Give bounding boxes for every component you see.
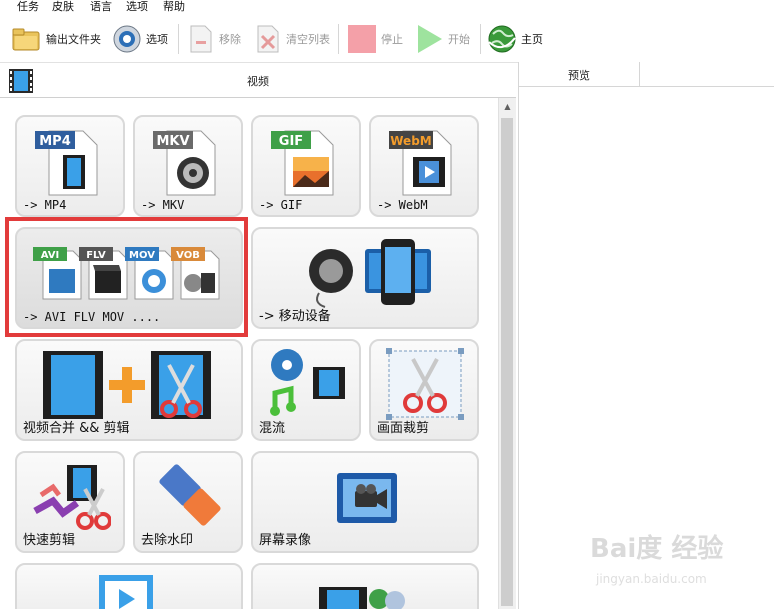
tile-to-avi-flv-mov[interactable]: AVI FLV MOV VOB -> AVI FLV MOV ....: [15, 227, 243, 329]
stop-button[interactable]: 停止: [347, 23, 403, 55]
menu-language[interactable]: 语言: [90, 0, 112, 14]
menu-skin[interactable]: 皮肤: [52, 0, 74, 14]
options-label: 选项: [146, 33, 168, 46]
svg-text:MKV: MKV: [156, 134, 189, 149]
toolbar-separator: [338, 24, 339, 54]
webm-file-icon: WebM: [389, 130, 452, 196]
svg-text:VOB: VOB: [176, 250, 200, 261]
tile-to-gif[interactable]: GIF -> GIF: [251, 115, 361, 217]
column-separator: [639, 62, 640, 86]
multi-format-icon: AVI FLV MOV VOB: [33, 247, 220, 300]
options-button[interactable]: 选项: [112, 23, 168, 55]
tile-label: 混流: [259, 421, 286, 436]
svg-text:GIF: GIF: [279, 134, 303, 149]
output-folder-button[interactable]: 输出文件夹: [12, 23, 101, 55]
globe-icon: [488, 25, 516, 53]
baidu-watermark: Bai度 经验 jingyan.baidu.com: [590, 528, 740, 592]
tile-to-mp4[interactable]: MP4 -> MP4: [15, 115, 125, 217]
home-button[interactable]: 主页: [487, 23, 543, 55]
svg-text:MOV: MOV: [129, 250, 155, 261]
svg-text:WebM: WebM: [390, 134, 431, 148]
tile-label: -> MP4: [23, 198, 67, 212]
remove-file-icon: [190, 25, 212, 53]
svg-text:AVI: AVI: [41, 250, 60, 261]
tile-label: 屏幕录像: [259, 533, 312, 548]
video-tools-grid: MP4 -> MP4 MKV -> MKV GIF -> GIF WebM ->…: [0, 98, 498, 609]
play-icon: [418, 25, 442, 53]
tile-to-mkv[interactable]: MKV -> MKV: [133, 115, 243, 217]
output-folder-label: 输出文件夹: [46, 33, 101, 46]
tile-remove-watermark[interactable]: 去除水印: [133, 451, 243, 553]
menu-options[interactable]: 选项: [126, 0, 148, 14]
merge-video-icon: [43, 351, 211, 419]
preview-title: 预览: [568, 69, 590, 82]
svg-text:MP4: MP4: [39, 134, 71, 149]
scroll-up-arrow-icon[interactable]: ▲: [499, 98, 516, 115]
tile-label: 画面裁剪: [377, 421, 430, 436]
svg-text:FLV: FLV: [86, 250, 106, 261]
tile-quick-cut[interactable]: 快速剪辑: [15, 451, 125, 553]
preview-panel: 预览: [518, 62, 774, 609]
clear-list-icon: [257, 25, 279, 53]
toolbar-separator: [178, 24, 179, 54]
video-icon: [99, 575, 153, 609]
tile-mux[interactable]: 混流: [251, 339, 361, 441]
tile-label: 视频合并 && 剪辑: [23, 421, 130, 436]
toolbar-separator: [480, 24, 481, 54]
tile-screen-record[interactable]: 屏幕录像: [251, 451, 479, 553]
remove-button[interactable]: 移除: [187, 23, 241, 55]
start-button[interactable]: 开始: [414, 23, 470, 55]
menu-help[interactable]: 帮助: [163, 0, 185, 14]
video-panel-header: 视频: [0, 63, 516, 98]
tile-label: -> MKV: [141, 198, 185, 212]
gif-file-icon: GIF: [271, 130, 334, 196]
tile-video-extra-2[interactable]: [251, 563, 479, 609]
panel-title: 视频: [247, 75, 269, 88]
crop-icon: [386, 348, 464, 420]
screen-record-icon: [337, 473, 397, 523]
preview-header: 预览: [519, 62, 774, 87]
menu-task[interactable]: 任务: [17, 0, 39, 14]
stop-icon: [348, 25, 376, 53]
menu-bar: 任务 皮肤 语言 选项 帮助: [0, 0, 774, 16]
home-label: 主页: [521, 33, 543, 46]
tile-label: 去除水印: [141, 533, 194, 548]
toolbar: 输出文件夹 选项 移除 清空列表 停止 开始 主页: [0, 16, 774, 63]
tile-crop[interactable]: 画面裁剪: [369, 339, 479, 441]
tile-video-extra[interactable]: [15, 563, 243, 609]
film-disc-icon: [319, 587, 405, 609]
gear-icon: [113, 25, 141, 53]
watermark-sub: jingyan.baidu.com: [596, 572, 707, 586]
stop-label: 停止: [381, 33, 403, 46]
tile-label: 快速剪辑: [23, 533, 76, 548]
remove-label: 移除: [219, 33, 241, 46]
tile-to-mobile-device[interactable]: -> 移动设备: [251, 227, 479, 329]
eraser-icon: [159, 464, 221, 526]
scroll-thumb[interactable]: [501, 118, 513, 606]
mkv-file-icon: MKV: [153, 130, 216, 196]
start-label: 开始: [448, 33, 470, 46]
clear-list-button[interactable]: 清空列表: [254, 23, 330, 55]
tile-video-merge-and-cut[interactable]: 视频合并 && 剪辑: [15, 339, 243, 441]
folder-icon: [12, 28, 40, 51]
quick-cut-icon: [33, 465, 111, 530]
vertical-scrollbar[interactable]: ▲: [498, 98, 516, 609]
clear-list-label: 清空列表: [286, 33, 330, 46]
watermark-main: Bai度 经验: [590, 534, 724, 564]
tile-label: -> GIF: [259, 198, 303, 212]
mux-icon: [270, 349, 345, 416]
mobile-device-icon: [309, 239, 431, 308]
tile-label: -> AVI FLV MOV ....: [23, 310, 161, 324]
tile-to-webm[interactable]: WebM -> WebM: [369, 115, 479, 217]
mp4-file-icon: MP4: [35, 130, 98, 196]
tile-label: -> 移动设备: [259, 309, 331, 324]
tile-label: -> WebM: [377, 198, 428, 212]
